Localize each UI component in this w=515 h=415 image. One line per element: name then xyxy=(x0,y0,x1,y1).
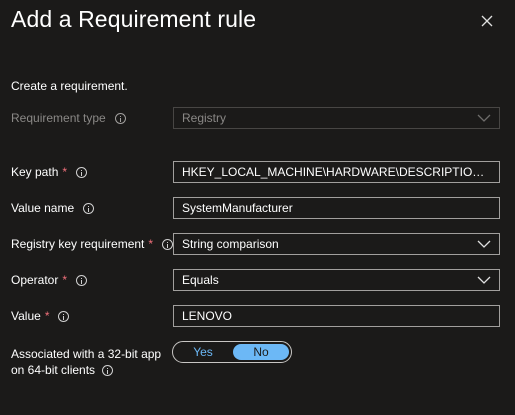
info-icon[interactable] xyxy=(76,166,88,178)
value-input[interactable]: LENOVO xyxy=(173,305,500,327)
operator-label-row: Operator * xyxy=(11,270,88,290)
info-icon[interactable] xyxy=(114,112,126,124)
registry-key-requirement-label: Registry key requirement xyxy=(11,237,145,251)
chevron-down-icon xyxy=(477,275,491,285)
registry-key-requirement-value: String comparison xyxy=(182,237,279,251)
requirement-type-label-row: Requirement type xyxy=(11,108,126,128)
required-asterisk: * xyxy=(62,273,68,287)
chevron-down-icon xyxy=(477,239,491,249)
info-icon[interactable] xyxy=(102,364,114,376)
key-path-value: HKEY_LOCAL_MACHINE\HARDWARE\DESCRIPTION\… xyxy=(182,165,491,179)
bit32-label: Associated with a 32-bit app on 64-bit c… xyxy=(11,346,161,378)
info-icon[interactable] xyxy=(83,202,95,214)
form-subtitle: Create a requirement. xyxy=(11,79,128,93)
value-name-label-row: Value name xyxy=(11,198,95,218)
key-path-label-row: Key path * xyxy=(11,162,88,182)
close-icon xyxy=(481,15,493,27)
chevron-down-icon xyxy=(477,113,491,123)
registry-key-requirement-label-row: Registry key requirement * xyxy=(11,234,174,254)
requirement-type-dropdown: Registry xyxy=(173,107,500,129)
panel-title: Add a Requirement rule xyxy=(11,6,257,32)
operator-label: Operator xyxy=(11,273,59,287)
operator-dropdown[interactable]: Equals xyxy=(173,269,500,291)
toggle-option-no[interactable]: No xyxy=(233,344,289,360)
value-name-label: Value name xyxy=(11,201,75,215)
close-button[interactable] xyxy=(474,8,500,34)
info-icon[interactable] xyxy=(76,274,88,286)
operator-value: Equals xyxy=(182,273,219,287)
bit32-label-line2-row: on 64-bit clients xyxy=(11,362,161,378)
key-path-input[interactable]: HKEY_LOCAL_MACHINE\HARDWARE\DESCRIPTION\… xyxy=(173,161,500,183)
value-name-value: SystemManufacturer xyxy=(182,201,293,215)
value-value: LENOVO xyxy=(182,309,233,323)
required-asterisk: * xyxy=(148,237,154,251)
info-icon[interactable] xyxy=(58,310,70,322)
bit32-toggle[interactable]: Yes No xyxy=(172,341,292,363)
requirement-type-value: Registry xyxy=(182,111,227,125)
info-icon[interactable] xyxy=(162,238,174,250)
required-asterisk: * xyxy=(62,165,68,179)
value-name-input[interactable]: SystemManufacturer xyxy=(173,197,500,219)
requirement-type-label: Requirement type xyxy=(11,111,106,125)
registry-key-requirement-dropdown[interactable]: String comparison xyxy=(173,233,500,255)
value-label-row: Value * xyxy=(11,306,70,326)
bit32-label-line1: Associated with a 32-bit app xyxy=(11,347,162,361)
bit32-label-line2: on 64-bit clients xyxy=(11,363,96,377)
value-label: Value xyxy=(11,309,41,323)
toggle-option-yes[interactable]: Yes xyxy=(175,344,231,360)
required-asterisk: * xyxy=(44,309,50,323)
key-path-label: Key path xyxy=(11,165,59,179)
